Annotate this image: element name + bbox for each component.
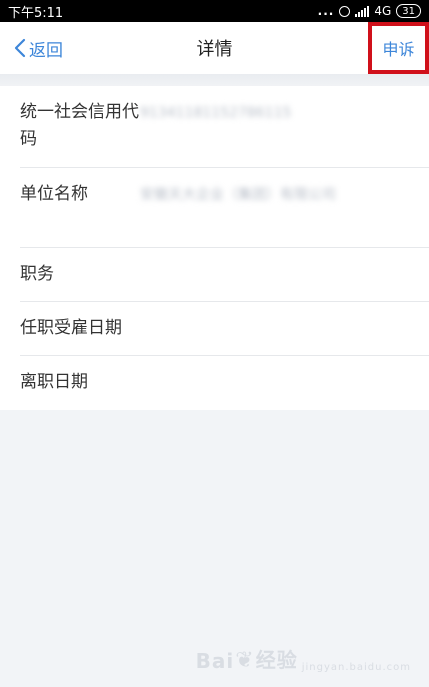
detail-label: 离职日期 — [20, 372, 88, 392]
detail-value: 91341181152786115 — [140, 105, 292, 121]
watermark-sub: jingyan.baidu.com — [301, 662, 411, 673]
detail-label: 任职受雇日期 — [20, 318, 122, 338]
detail-label: 职务 — [20, 264, 54, 284]
status-time: 下午5:11 — [8, 5, 64, 21]
back-button[interactable]: 返回 — [14, 22, 63, 74]
detail-row-company-name: 单位名称 安徽天大企业（集团）有限公司 — [0, 168, 429, 248]
battery-level: 31 — [402, 5, 415, 17]
more-dots: ... — [317, 4, 335, 18]
status-icons: ... 4G 31 — [318, 4, 421, 18]
status-bar: 下午5:11 ... 4G 31 — [0, 0, 429, 22]
chevron-left-icon — [14, 38, 26, 58]
detail-row-credit-code: 统一社会信用代码 91341181152786115 — [0, 86, 429, 168]
detail-value — [140, 356, 429, 410]
watermark-brand: Bai — [195, 649, 235, 673]
page-title: 详情 — [196, 39, 233, 60]
paw-icon: ❦ — [235, 648, 255, 673]
watermark-brand2: 经验 — [255, 648, 298, 672]
appeal-button[interactable]: 申诉 — [382, 36, 414, 60]
alarm-icon — [339, 5, 351, 17]
appeal-highlight-box: 申诉 — [368, 22, 429, 74]
signal-icon — [355, 5, 370, 17]
detail-label: 单位名称 — [20, 184, 88, 204]
nav-bar: 返回 详情 — [0, 22, 429, 74]
network-type: 4G — [374, 4, 392, 18]
back-label: 返回 — [29, 40, 63, 61]
detail-row-leave-date: 离职日期 — [0, 356, 429, 410]
detail-value: 安徽天大企业（集团）有限公司 — [140, 187, 336, 203]
detail-label: 统一社会信用代码 — [20, 102, 139, 149]
detail-list: 统一社会信用代码 91341181152786115 单位名称 安徽天大企业（集… — [0, 86, 429, 410]
detail-value — [140, 302, 429, 356]
detail-row-position: 职务 — [0, 248, 429, 302]
battery-icon: 31 — [396, 4, 421, 18]
detail-row-employment-date: 任职受雇日期 — [0, 302, 429, 356]
detail-value — [140, 248, 429, 302]
watermark: Bai ❦ 经验 jingyan.baidu.com — [196, 644, 411, 673]
